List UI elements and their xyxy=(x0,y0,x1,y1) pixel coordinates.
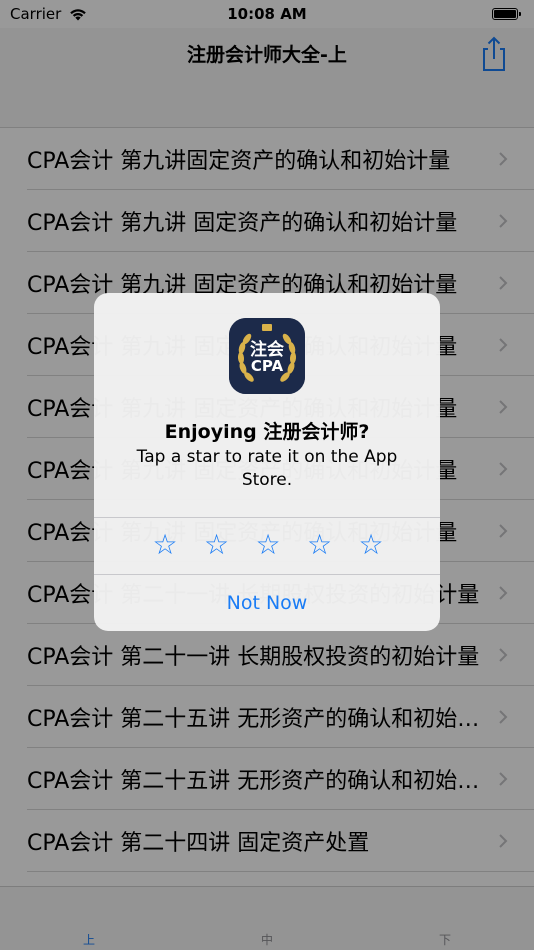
star-2-icon[interactable]: ☆ xyxy=(203,531,231,559)
app-icon: 注会 CPA xyxy=(229,318,305,394)
star-1-icon[interactable]: ☆ xyxy=(151,531,179,559)
star-rating: ☆ ☆ ☆ ☆ ☆ xyxy=(94,517,440,573)
star-3-icon[interactable]: ☆ xyxy=(254,531,282,559)
alert-title: Enjoying 注册会计师? xyxy=(164,421,370,443)
not-now-button[interactable]: Not Now xyxy=(94,575,440,631)
star-4-icon[interactable]: ☆ xyxy=(306,531,334,559)
rating-alert: 注会 CPA Enjoying 注册会计师? Tap a star to rat… xyxy=(94,293,440,631)
star-5-icon[interactable]: ☆ xyxy=(357,531,385,559)
alert-message: Tap a star to rate it on the App Store. xyxy=(136,447,398,490)
icon-text-bottom: CPA xyxy=(250,357,284,375)
